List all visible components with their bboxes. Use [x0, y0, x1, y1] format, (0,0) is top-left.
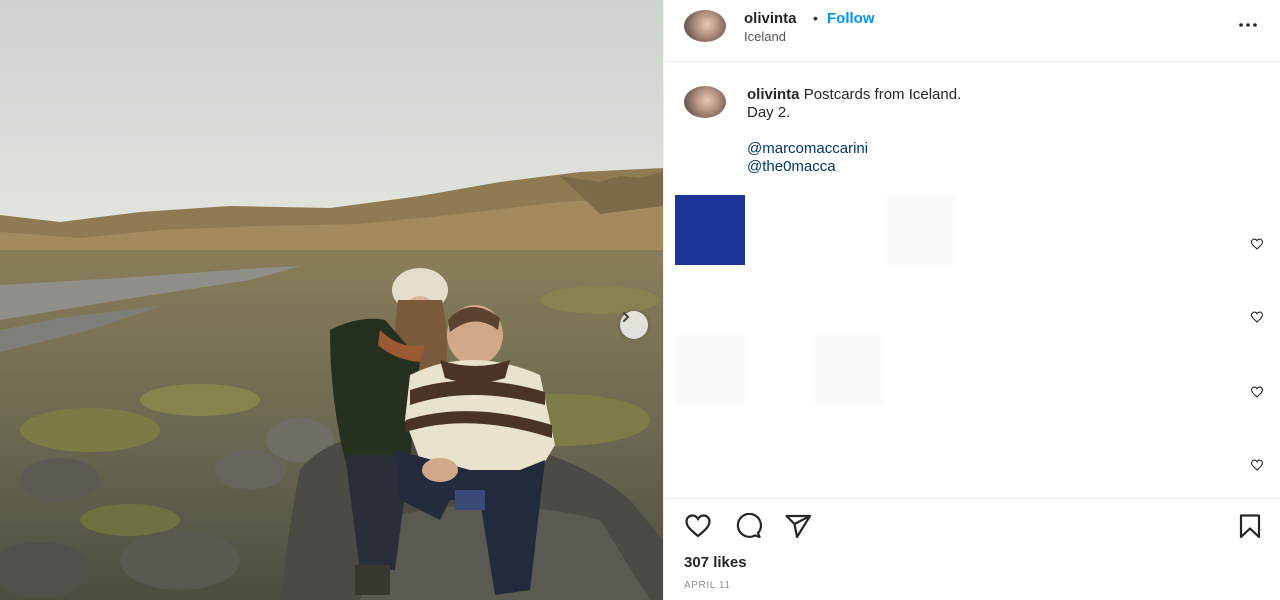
separator-dot: •: [813, 10, 818, 26]
caption-text-line1: Postcards from Iceland.: [803, 86, 962, 103]
iceland-photo: [0, 0, 663, 600]
header-username[interactable]: olivinta: [744, 10, 797, 27]
likes-count[interactable]: 307 likes: [684, 554, 747, 571]
comment-image-block: [675, 195, 745, 265]
comment-like-heart-icon[interactable]: [1250, 459, 1264, 471]
next-photo-button[interactable]: [620, 311, 648, 339]
post-header: olivinta • Follow Iceland: [664, 0, 1280, 62]
post-photo[interactable]: [0, 0, 663, 600]
comment-icon[interactable]: [734, 513, 762, 539]
post-side-panel: olivinta • Follow Iceland olivinta Postc…: [663, 0, 1280, 600]
post-actions: 307 likes APRIL 11: [664, 498, 1280, 600]
avatar[interactable]: [684, 10, 726, 42]
comments-area: olivinta Postcards from Iceland. Day 2. …: [664, 62, 1280, 502]
comment-like-heart-icon[interactable]: [1250, 311, 1264, 323]
heart-icon[interactable]: [684, 513, 712, 539]
bookmark-icon[interactable]: [1236, 513, 1264, 539]
follow-button[interactable]: Follow: [827, 10, 875, 27]
caption-username[interactable]: olivinta: [747, 86, 800, 103]
chevron-right-icon: [623, 312, 630, 322]
comment-placeholder: [886, 195, 956, 265]
caption-avatar[interactable]: [684, 86, 726, 118]
share-icon[interactable]: [784, 513, 812, 539]
caption-text-line2: Day 2.: [747, 104, 791, 121]
location-link[interactable]: Iceland: [744, 29, 786, 44]
comment-like-heart-icon[interactable]: [1250, 386, 1264, 398]
mention-link[interactable]: @the0macca: [747, 158, 961, 176]
mention-link[interactable]: @marcomaccarini: [747, 140, 961, 158]
caption: olivinta Postcards from Iceland. Day 2. …: [747, 86, 961, 176]
comment-like-heart-icon[interactable]: [1250, 238, 1264, 250]
comment-placeholder: [814, 335, 884, 405]
comment-placeholder: [675, 335, 745, 405]
post-date[interactable]: APRIL 11: [684, 580, 731, 591]
more-horizontal-icon[interactable]: [1236, 17, 1260, 33]
